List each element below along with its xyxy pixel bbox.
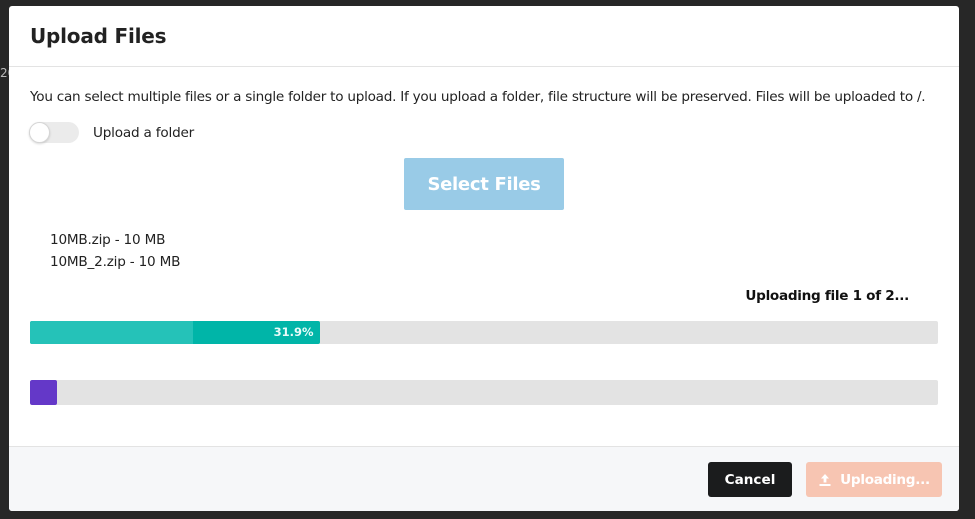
- total-progress-fill: [30, 380, 58, 405]
- file-progress-segment: [30, 321, 194, 344]
- upload-folder-label[interactable]: Upload a folder: [93, 125, 194, 141]
- upload-instructions: You can select multiple files or a singl…: [30, 89, 926, 105]
- upload-icon: [818, 473, 832, 487]
- folder-toggle-row: Upload a folder: [29, 122, 194, 143]
- file-item: 10MB_2.zip - 10 MB: [50, 254, 181, 270]
- modal-title: Upload Files: [30, 24, 167, 48]
- cancel-button[interactable]: Cancel: [708, 462, 792, 497]
- select-files-button[interactable]: Select Files: [404, 158, 564, 210]
- upload-files-modal: Upload Files You can select multiple fil…: [9, 6, 959, 511]
- uploading-button[interactable]: Uploading...: [806, 462, 942, 497]
- file-progress-label: 31.9%: [273, 325, 314, 339]
- modal-body: You can select multiple files or a singl…: [9, 67, 959, 446]
- upload-status-text: Uploading file 1 of 2...: [745, 288, 909, 304]
- modal-footer: Cancel Uploading...: [9, 446, 959, 511]
- backdrop-text: 20: [0, 66, 9, 80]
- total-progress-bar: [30, 380, 938, 405]
- modal-header: Upload Files: [9, 6, 959, 67]
- toggle-knob: [29, 122, 50, 143]
- uploading-label: Uploading...: [840, 471, 930, 488]
- upload-folder-toggle[interactable]: [29, 122, 79, 143]
- file-progress-bar: 31.9%: [30, 321, 938, 344]
- selected-file-list: 10MB.zip - 10 MB 10MB_2.zip - 10 MB: [50, 229, 180, 273]
- file-item: 10MB.zip - 10 MB: [50, 232, 166, 248]
